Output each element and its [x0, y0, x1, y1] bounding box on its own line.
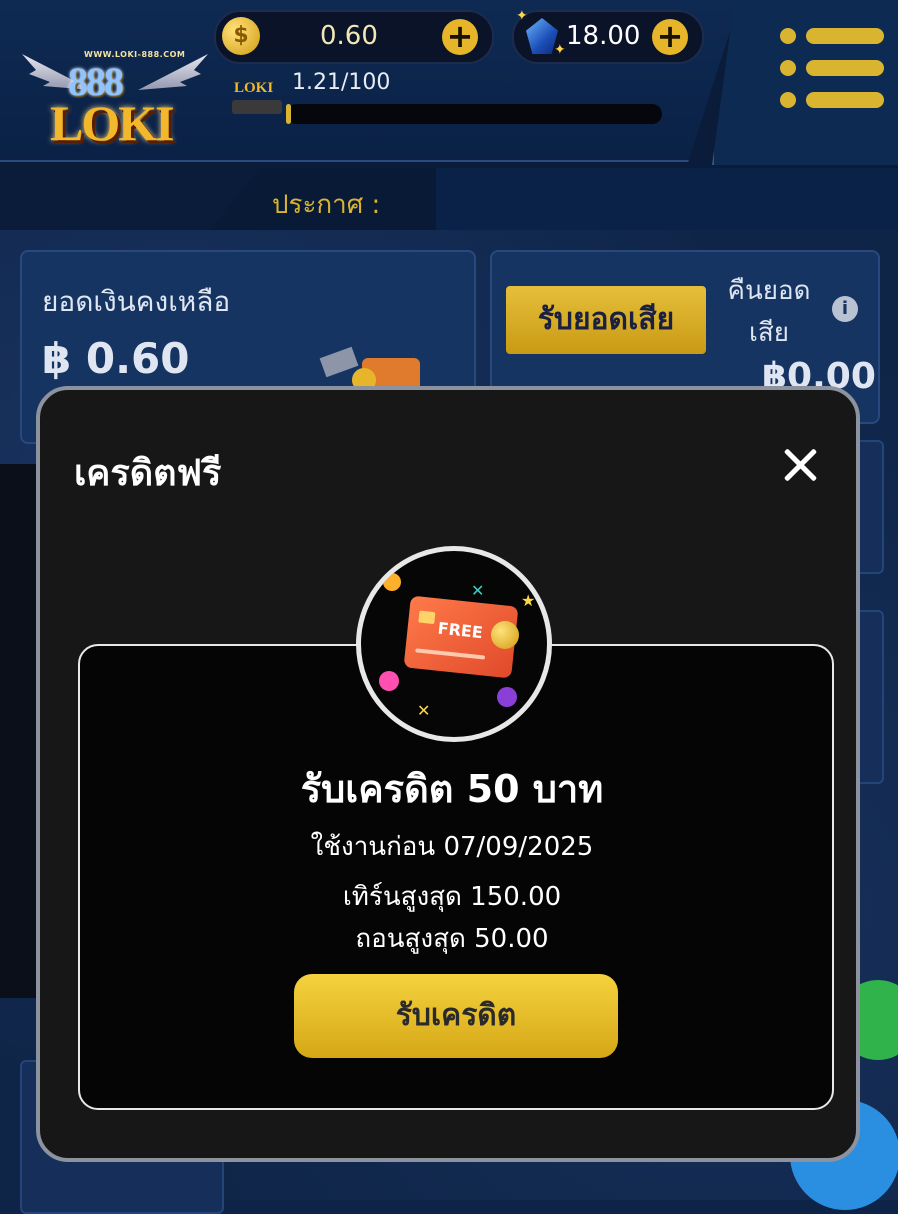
level-badge-text: LOKI	[234, 80, 274, 96]
balance-title: ยอดเงินคงเหลือ	[42, 285, 231, 318]
offer-max-withdraw: ถอนสูงสุด 50.00	[355, 924, 549, 954]
info-icon[interactable]: i	[832, 296, 858, 322]
gem-balance-pill: ✦ ✦ 18.00 +	[512, 8, 704, 64]
site-logo[interactable]: WWW.LOKI-888.COM 888 LOKI	[22, 46, 208, 156]
gem-balance-value: 18.00	[566, 21, 641, 51]
background-shadow	[0, 464, 40, 998]
free-credit-card-icon: FREE ✕ ✕ ★	[356, 546, 552, 742]
cashback-label: คืนยอดเสีย	[727, 276, 811, 348]
add-gem-button[interactable]: +	[652, 19, 688, 55]
offer-expiry: ใช้งานก่อน 07/09/2025	[310, 832, 594, 862]
announcement-marquee	[436, 168, 898, 230]
top-bar: WWW.LOKI-888.COM 888 LOKI $ 0.60 + ✦ ✦ 1…	[0, 0, 898, 230]
coin-balance-value: 0.60	[320, 21, 378, 51]
modal-title: เครดิตฟรี	[74, 453, 222, 494]
coin-balance-pill: $ 0.60 +	[214, 10, 494, 64]
close-icon[interactable]	[780, 444, 820, 484]
announcement-label: ประกาศ :	[272, 190, 381, 220]
logo-name: LOKI	[50, 95, 175, 151]
menu-icon[interactable]	[780, 28, 884, 110]
coin-icon: $	[222, 17, 260, 55]
free-credit-modal: เครดิตฟรี FREE ✕ ✕ ★ รับเครดิต 50 บาท ใช…	[36, 386, 860, 1162]
claim-cashback-button[interactable]: รับยอดเสีย	[506, 286, 706, 354]
sparkle-icon: ✦	[516, 8, 528, 24]
sparkle-icon: ✦	[554, 42, 566, 58]
balance-amount: ฿ 0.60	[42, 334, 190, 383]
offer-title: รับเครดิต 50 บาท	[300, 767, 604, 811]
level-progress-bar	[286, 104, 662, 124]
logo-wing-right	[138, 54, 208, 90]
level-badge: LOKI	[230, 76, 286, 122]
level-badge-bar	[232, 100, 282, 114]
level-progress-fill	[286, 104, 291, 124]
add-coin-button[interactable]: +	[442, 19, 478, 55]
claim-credit-button[interactable]: รับเครดิต	[294, 974, 618, 1058]
offer-max-turnover: เทิร์นสูงสุด 150.00	[342, 882, 562, 912]
free-badge-text: FREE	[436, 618, 484, 643]
level-progress-text: 1.21/100	[292, 70, 391, 95]
